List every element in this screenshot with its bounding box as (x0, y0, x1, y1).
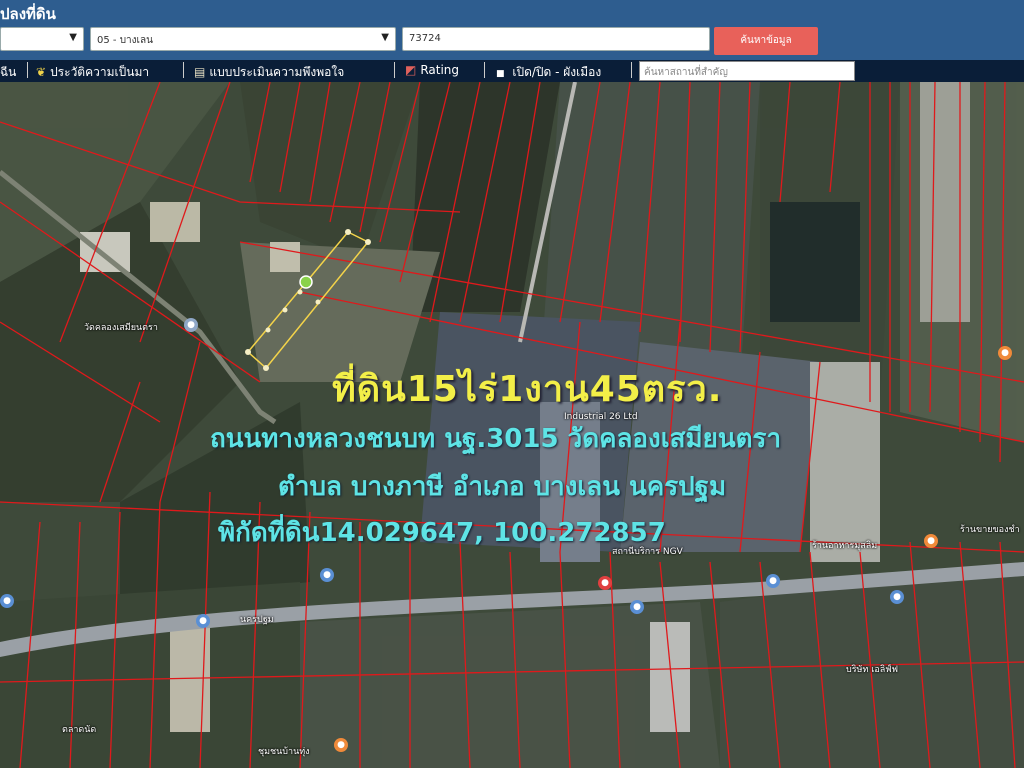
map-label-market: ตลาดนัด (62, 725, 97, 735)
shop-pin-icon[interactable]: ● (598, 576, 612, 590)
restaurant-icon[interactable]: ● (998, 346, 1012, 360)
toggle-city-plan-label: เปิด/ปิด - ผังเมือง (512, 65, 602, 79)
place-pin-icon[interactable]: ● (766, 574, 780, 588)
overlay-coordinates: พิกัดที่ดิน14.029647, 100.272857 (218, 518, 666, 548)
temple-icon[interactable]: ● (184, 318, 198, 332)
place-search-input[interactable]: ค้นหาสถานที่สำคัญ (639, 61, 855, 81)
parcel-marker[interactable] (299, 275, 313, 289)
divider (484, 62, 485, 78)
toolbar-item-partial[interactable]: ฉีน (0, 63, 16, 82)
district-select[interactable]: 05 - บางเลน ▼ (90, 27, 396, 51)
chevron-down-icon: ▼ (381, 32, 389, 43)
chevron-down-icon: ▼ (69, 32, 77, 43)
parcel-number-value: 73724 (409, 33, 441, 44)
divider (183, 62, 184, 78)
toolbar: ฉีน ❦ ประวัติความเป็นมา ▤ แบบประเมินความพึ… (0, 60, 1024, 82)
place-search-placeholder: ค้นหาสถานที่สำคัญ (644, 67, 728, 78)
map-label-food: ร้านอาหารมุสลิม (812, 541, 878, 551)
sprout-icon: ❦ (36, 65, 47, 79)
divider (27, 62, 28, 78)
map-label-nakhon-pathom: นครปฐม (240, 615, 274, 625)
overlay-location: ตำบล บางภาษี อำเภอ บางเลน นครปฐม (278, 472, 727, 502)
map-label-community: ชุมชนบ้านทุ่ง (258, 747, 310, 757)
overlay-land-size: ที่ดิน15ไร่1งาน45ตรว. (332, 369, 723, 410)
divider (394, 62, 395, 78)
land-map-app: ปลงที่ดิน ▼ 05 - บางเลน ▼ 73724 ค้นหาข้อ… (0, 0, 1024, 768)
map-label-company: บริษัท เอลิฟ์ฟ (846, 665, 899, 675)
document-icon: ▤ (194, 65, 206, 79)
chart-icon: ◩ (405, 63, 417, 77)
rating-label: Rating (420, 63, 460, 77)
search-button[interactable]: ค้นหาข้อมูล (714, 27, 818, 55)
place-pin-icon[interactable]: ● (890, 590, 904, 604)
history-button[interactable]: ❦ ประวัติความเป็นมา (36, 63, 149, 82)
page-title: ปลงที่ดิน (0, 5, 56, 23)
parcel-number-input[interactable]: 73724 (402, 27, 710, 51)
toggle-city-plan-button[interactable]: ■ เปิด/ปิด - ผังเมือง (496, 63, 601, 82)
place-pin-icon[interactable]: ● (196, 614, 210, 628)
square-icon: ■ (496, 69, 505, 79)
place-pin-icon[interactable]: ● (0, 594, 14, 608)
map-label-temple: วัดคลองเสมียนตรา (84, 323, 158, 333)
district-select-value: 05 - บางเลน (97, 35, 153, 46)
survey-button[interactable]: ▤ แบบประเมินความพึงพอใจ (194, 63, 344, 82)
history-label: ประวัติความเป็นมา (50, 65, 150, 79)
overlay-road: ถนนทางหลวงชนบท นฐ.3015 วัดคลองเสมียนตรา (210, 424, 782, 454)
province-select[interactable]: ▼ (0, 27, 84, 51)
restaurant-icon[interactable]: ● (334, 738, 348, 752)
place-pin-icon[interactable]: ● (320, 568, 334, 582)
place-pin-icon[interactable]: ● (630, 600, 644, 614)
survey-label: แบบประเมินความพึงพอใจ (209, 65, 345, 79)
divider (631, 62, 632, 78)
map-label-shop: ร้านขายของชำ (960, 525, 1020, 535)
restaurant-icon[interactable]: ● (924, 534, 938, 548)
header-bar: ปลงที่ดิน ▼ 05 - บางเลน ▼ 73724 ค้นหาข้อ… (0, 0, 1024, 62)
rating-button[interactable]: ◩ Rating (405, 63, 459, 77)
